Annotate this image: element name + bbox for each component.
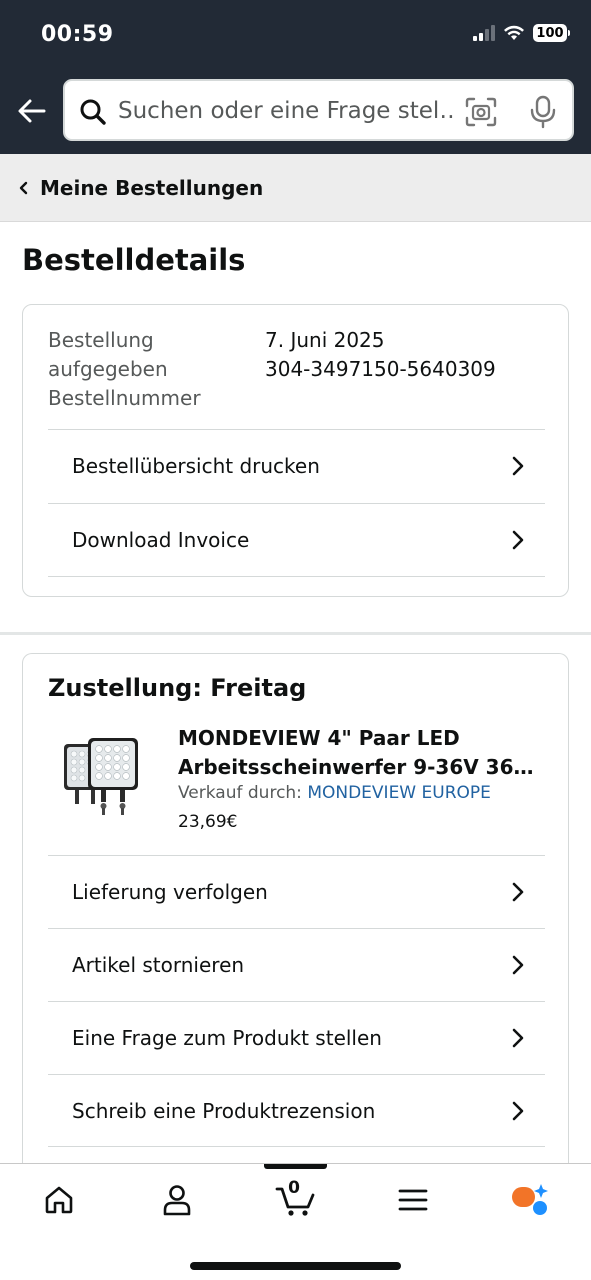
back-arrow-icon[interactable] xyxy=(16,95,48,127)
tab-menu[interactable] xyxy=(391,1180,435,1220)
search-icon xyxy=(80,99,106,125)
chevron-right-icon xyxy=(512,955,524,975)
chevron-right-icon xyxy=(512,1028,524,1048)
write-review-row[interactable]: Schreib eine Produktrezension xyxy=(48,1074,545,1147)
active-tab-indicator xyxy=(264,1164,327,1169)
seller-link[interactable]: MONDEVIEW EUROPE xyxy=(307,783,491,803)
product-image[interactable] xyxy=(61,736,145,816)
search-bar[interactable] xyxy=(63,79,574,141)
cart-count: 0 xyxy=(288,1178,300,1198)
download-invoice-label: Download Invoice xyxy=(72,528,250,552)
order-info-labels: Bestellung aufgegeben Bestellnummer xyxy=(48,326,218,413)
chevron-left-icon xyxy=(19,181,28,195)
tab-cart[interactable]: 0 xyxy=(272,1178,320,1220)
print-summary-row[interactable]: Bestellübersicht drucken xyxy=(48,429,545,502)
page-title: Bestelldetails xyxy=(22,243,246,277)
home-indicator xyxy=(190,1262,401,1270)
status-icons: 100 xyxy=(473,24,570,42)
divider xyxy=(48,576,545,577)
order-info-card: Bestellung aufgegeben Bestellnummer 7. J… xyxy=(22,304,569,597)
print-summary-label: Bestellübersicht drucken xyxy=(72,454,320,478)
tab-home[interactable] xyxy=(37,1180,81,1220)
product-price: 23,69€ xyxy=(178,812,238,832)
track-delivery-label: Lieferung verfolgen xyxy=(72,880,268,904)
chevron-right-icon xyxy=(512,456,524,476)
assistant-icon xyxy=(512,1184,548,1215)
chevron-right-icon xyxy=(512,530,524,550)
wifi-icon xyxy=(504,25,524,40)
cancel-item-row[interactable]: Artikel stornieren xyxy=(48,928,545,1001)
cancel-item-label: Artikel stornieren xyxy=(72,953,245,977)
order-number-label: Bestellnummer xyxy=(48,386,201,410)
search-input[interactable] xyxy=(118,97,454,125)
tab-assistant[interactable] xyxy=(508,1180,552,1220)
write-review-label: Schreib eine Produktrezension xyxy=(72,1099,376,1123)
status-time: 00:59 xyxy=(41,22,114,47)
signal-icon xyxy=(473,25,495,41)
delivery-title: Zustellung: Freitag xyxy=(48,674,307,702)
order-date: 7. Juni 2025 xyxy=(265,328,385,352)
order-info-values: 7. Juni 2025 304-3497150-5640309 xyxy=(265,326,496,384)
seller-prefix: Verkauf durch: xyxy=(178,783,308,803)
section-divider xyxy=(0,632,591,635)
microphone-icon[interactable] xyxy=(529,95,557,129)
bottom-tab-bar: 0 xyxy=(0,1163,591,1280)
breadcrumb-label[interactable]: Meine Bestellungen xyxy=(40,176,263,200)
ask-question-label: Eine Frage zum Produkt stellen xyxy=(72,1026,382,1050)
account-icon xyxy=(163,1185,191,1216)
battery-indicator: 100 xyxy=(533,24,570,42)
chevron-right-icon xyxy=(512,1101,524,1121)
header: 00:59 100 xyxy=(0,0,591,154)
home-icon xyxy=(45,1186,73,1214)
product-title-line2: Arbeitsscheinwerfer 9-36V 36W 3… xyxy=(178,755,548,779)
shipment-card: Zustellung: Freitag MONDEVIEW 4" Paar LE… xyxy=(22,653,569,1173)
seller-info: Verkauf durch: MONDEVIEW EUROPE xyxy=(178,783,491,803)
tab-account[interactable] xyxy=(155,1180,199,1220)
track-delivery-row[interactable]: Lieferung verfolgen xyxy=(48,855,545,928)
order-date-label: Bestellung aufgegeben xyxy=(48,328,168,381)
breadcrumb[interactable]: Meine Bestellungen xyxy=(0,154,591,222)
chevron-right-icon xyxy=(512,882,524,902)
product-title-line1: MONDEVIEW 4" Paar LED xyxy=(178,726,460,750)
product-title[interactable]: MONDEVIEW 4" Paar LED Arbeitsscheinwerfe… xyxy=(178,724,548,782)
menu-icon xyxy=(398,1189,428,1211)
divider xyxy=(48,1146,545,1147)
camera-icon[interactable] xyxy=(465,97,497,127)
ask-question-row[interactable]: Eine Frage zum Produkt stellen xyxy=(48,1001,545,1074)
download-invoice-row[interactable]: Download Invoice xyxy=(48,503,545,576)
order-number: 304-3497150-5640309 xyxy=(265,357,496,381)
